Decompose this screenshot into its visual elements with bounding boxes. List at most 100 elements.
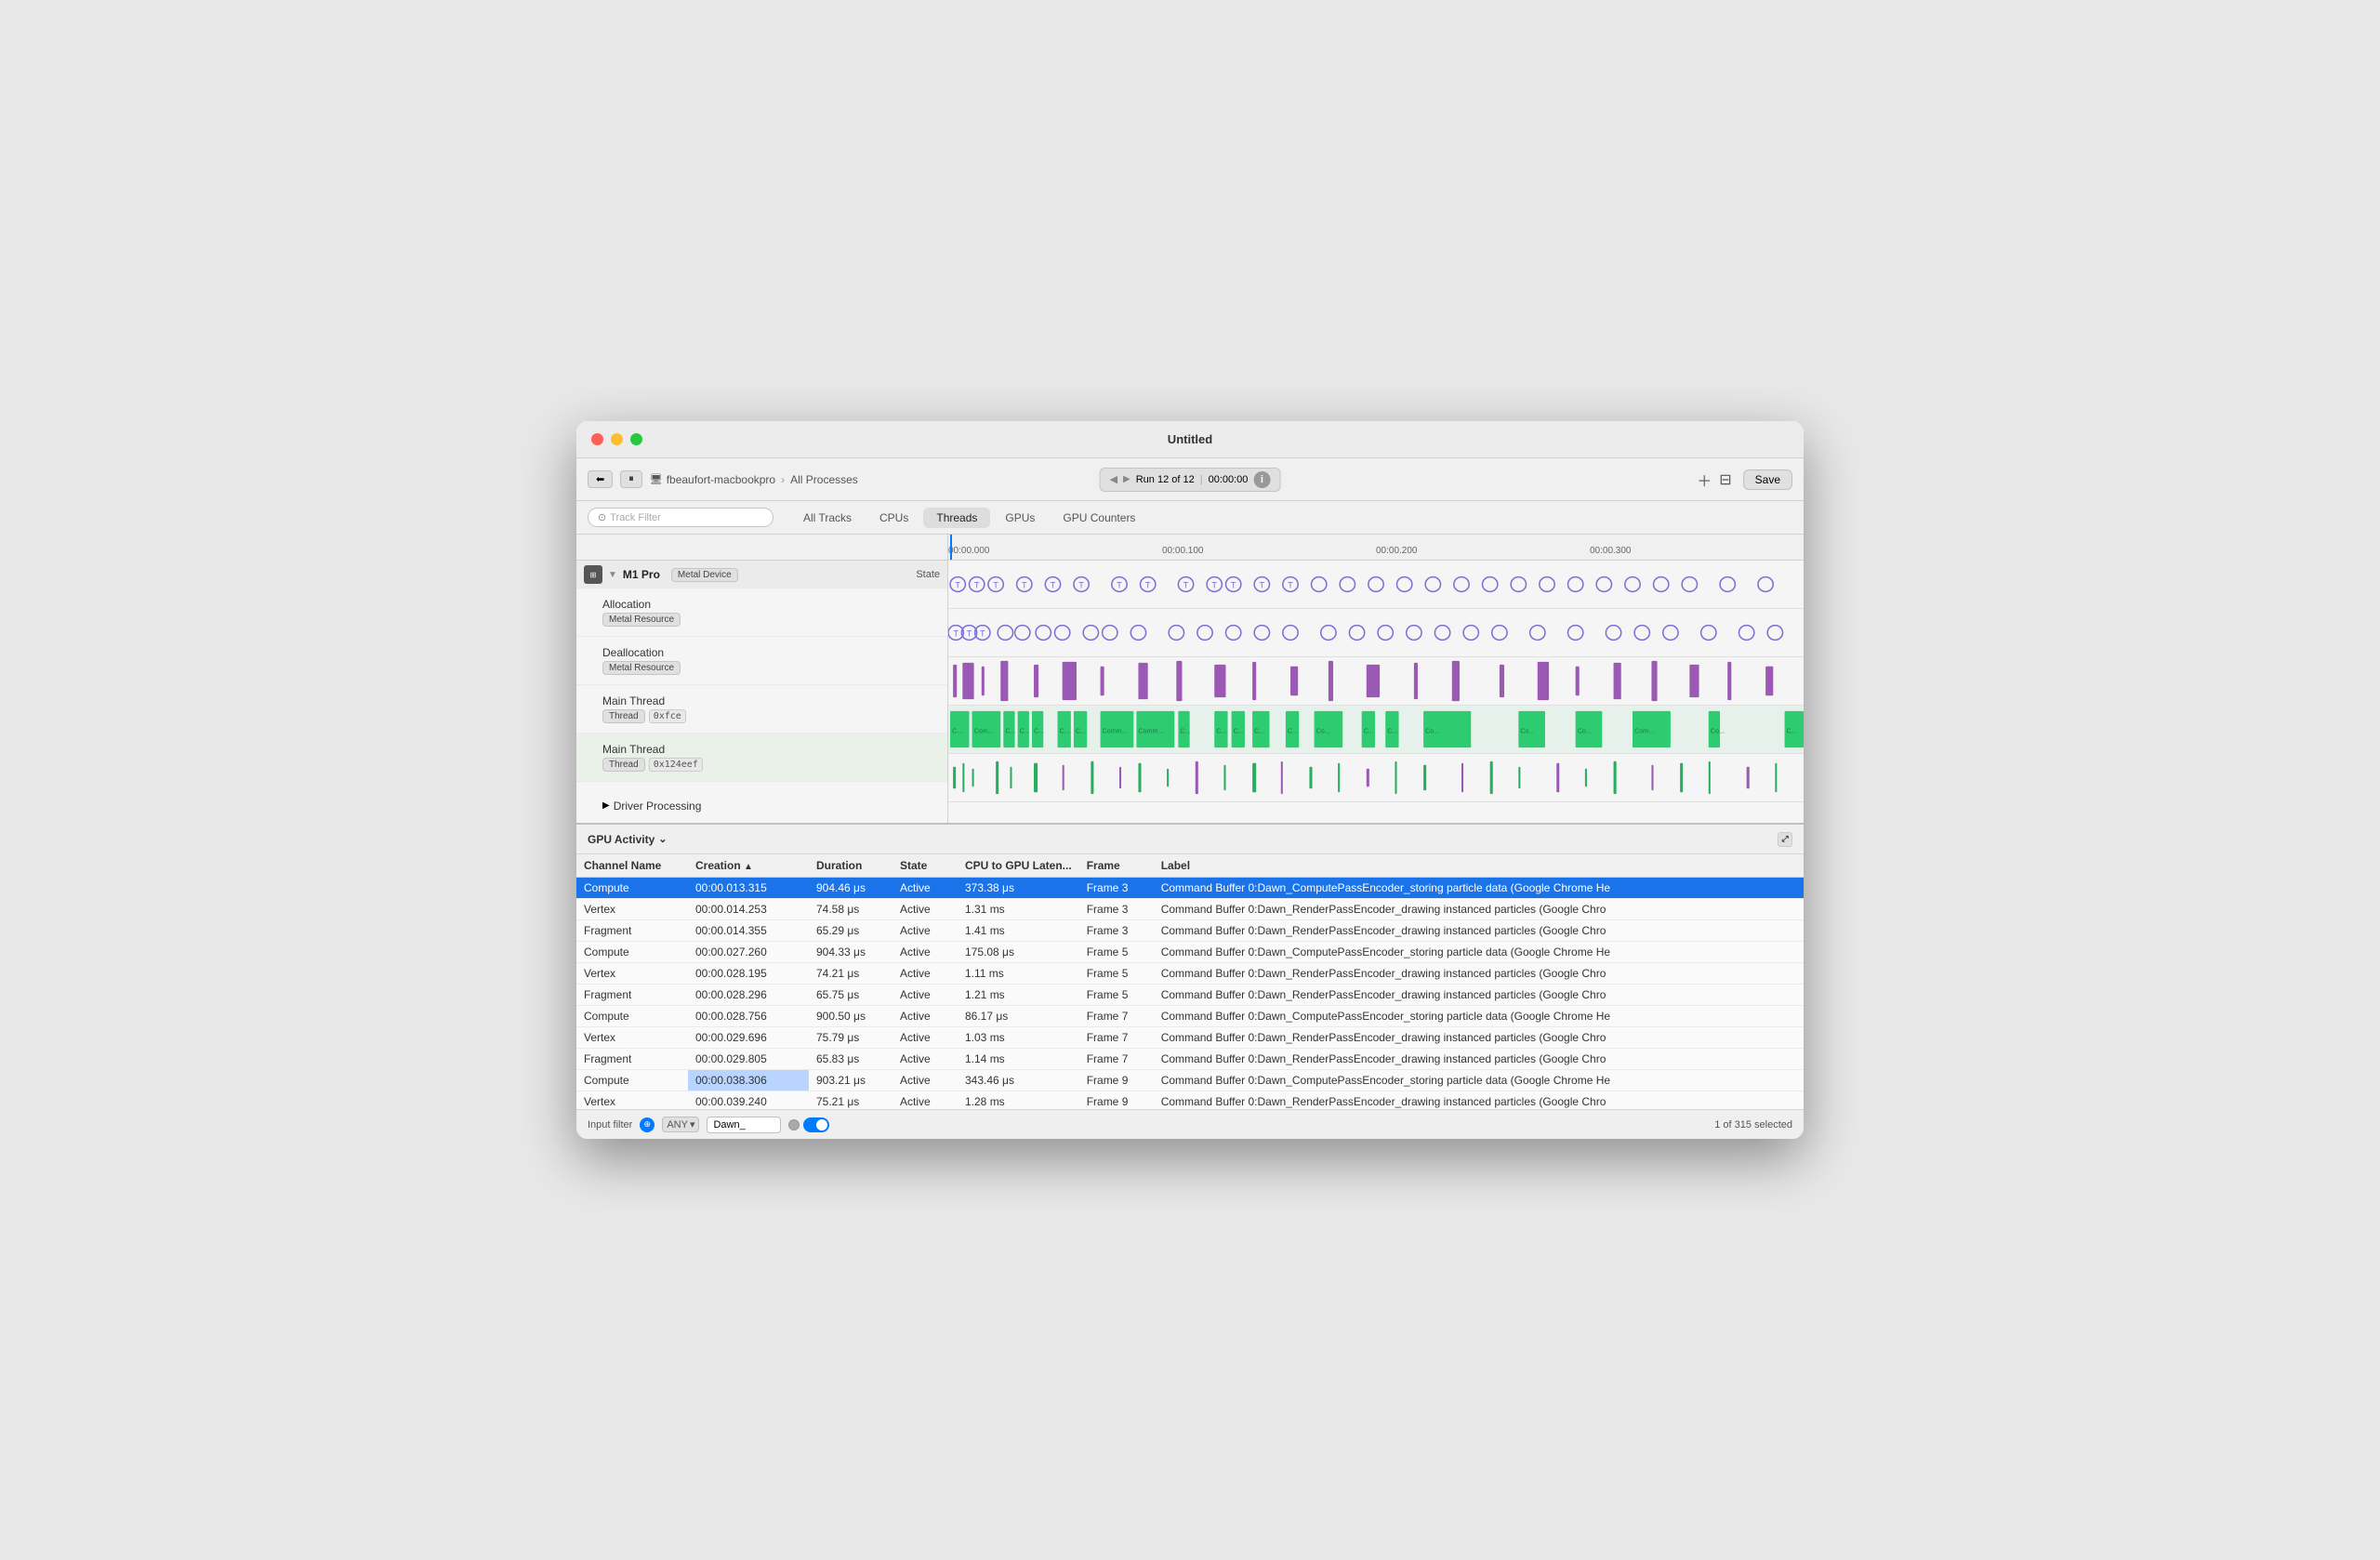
col-creation[interactable]: Creation ▲	[688, 854, 809, 878]
table-cell: 75.79 μs	[809, 1027, 892, 1049]
gpu-table[interactable]: Channel Name Creation ▲ Duration State	[576, 854, 1804, 1109]
table-row[interactable]: Compute00:00.038.306903.21 μsActive343.4…	[576, 1070, 1804, 1091]
gpu-activity-panel: GPU Activity ⌄ ⤢ Channel Name	[576, 823, 1804, 1139]
svg-text:C...: C...	[1787, 729, 1797, 735]
tab-gpu-counters[interactable]: GPU Counters	[1050, 508, 1148, 528]
col-state[interactable]: State	[892, 854, 958, 878]
breadcrumb-sep: ›	[781, 473, 785, 486]
table-cell: 00:00.027.260	[688, 942, 809, 963]
svg-text:C...: C...	[1076, 729, 1086, 735]
pause-button[interactable]: ⏸	[620, 470, 642, 488]
filter-type-select[interactable]: ANY ▾	[662, 1117, 699, 1132]
table-cell: 00:00.029.696	[688, 1027, 809, 1049]
filter-value-input[interactable]	[707, 1117, 781, 1133]
svg-text:C...: C...	[1254, 729, 1264, 735]
table-cell: Frame 7	[1079, 1049, 1154, 1070]
table-cell: Active	[892, 1070, 958, 1091]
table-row[interactable]: Vertex00:00.014.25374.58 μsActive1.31 ms…	[576, 899, 1804, 920]
table-cell: Frame 5	[1079, 985, 1154, 1006]
col-frame[interactable]: Frame	[1079, 854, 1154, 878]
main-thread-1-bars	[948, 657, 1804, 705]
svg-text:T: T	[953, 629, 959, 639]
table-cell: Command Buffer 0:Dawn_RenderPassEncoder_…	[1154, 899, 1804, 920]
table-cell: Frame 3	[1079, 920, 1154, 942]
table-cell: 1.21 ms	[958, 985, 1079, 1006]
device-expand-icon[interactable]: ▼	[608, 570, 617, 580]
sidebar-row-allocation: Allocation Metal Resource	[576, 588, 947, 637]
tab-threads[interactable]: Threads	[923, 508, 990, 528]
table-cell: Command Buffer 0:Dawn_ComputePassEncoder…	[1154, 1070, 1804, 1091]
fullscreen-button[interactable]	[630, 433, 642, 445]
track-filter[interactable]: ⊙ Track Filter	[588, 508, 774, 527]
tab-cpus[interactable]: CPUs	[866, 508, 921, 528]
table-cell: 86.17 μs	[958, 1006, 1079, 1027]
svg-text:C...: C...	[1060, 729, 1070, 735]
table-row[interactable]: Fragment00:00.014.35565.29 μsActive1.41 …	[576, 920, 1804, 942]
state-col-label: State	[916, 569, 940, 580]
tab-gpus[interactable]: GPUs	[992, 508, 1048, 528]
table-row[interactable]: Vertex00:00.039.24075.21 μsActive1.28 ms…	[576, 1091, 1804, 1110]
table-row[interactable]: Fragment00:00.028.29665.75 μsActive1.21 …	[576, 985, 1804, 1006]
table-cell: Command Buffer 0:Dawn_RenderPassEncoder_…	[1154, 1027, 1804, 1049]
device-label: 🖥 fbeaufort-macbookpro	[650, 473, 775, 486]
sort-arrow: ▲	[744, 862, 753, 872]
run-play-icon: ▶	[1123, 474, 1130, 484]
ruler-tick-3: 00:00.300	[1590, 535, 1632, 560]
minimize-button[interactable]	[611, 433, 623, 445]
back-button[interactable]: ⬅	[588, 470, 613, 488]
table-row[interactable]: Compute00:00.013.315904.46 μsActive373.3…	[576, 878, 1804, 899]
col-duration[interactable]: Duration	[809, 854, 892, 878]
table-cell: Frame 3	[1079, 899, 1154, 920]
tab-all-tracks[interactable]: All Tracks	[790, 508, 865, 528]
sidebar-toggle-button[interactable]: ⊟	[1719, 470, 1731, 489]
col-latency[interactable]: CPU to GPU Laten...	[958, 854, 1079, 878]
gpu-activity-title: GPU Activity	[588, 833, 654, 846]
save-button[interactable]: Save	[1743, 469, 1792, 490]
table-cell: 1.03 ms	[958, 1027, 1079, 1049]
col-channel[interactable]: Channel Name	[576, 854, 688, 878]
sidebar-row-driver: ▶ Driver Processing	[576, 782, 947, 823]
table-cell: Frame 7	[1079, 1027, 1154, 1049]
table-row[interactable]: Compute00:00.027.260904.33 μsActive175.0…	[576, 942, 1804, 963]
table-cell: Frame 3	[1079, 878, 1154, 899]
table-cell: 900.50 μs	[809, 1006, 892, 1027]
filter-type-label: ANY	[667, 1119, 688, 1130]
table-cell: Command Buffer 0:Dawn_RenderPassEncoder_…	[1154, 1049, 1804, 1070]
svg-text:T: T	[1288, 581, 1293, 590]
table-cell: 904.46 μs	[809, 878, 892, 899]
table-row[interactable]: Fragment00:00.029.80565.83 μsActive1.14 …	[576, 1049, 1804, 1070]
filter-toggle[interactable]	[803, 1117, 829, 1132]
track-filter-placeholder: Track Filter	[610, 512, 661, 523]
table-cell: 373.38 μs	[958, 878, 1079, 899]
close-button[interactable]	[591, 433, 603, 445]
svg-text:Comm...: Comm...	[1103, 729, 1128, 735]
table-row[interactable]: Vertex00:00.029.69675.79 μsActive1.03 ms…	[576, 1027, 1804, 1049]
svg-text:T: T	[980, 629, 985, 639]
prev-run-icon[interactable]: ◀	[1110, 473, 1117, 485]
table-cell: 00:00.028.756	[688, 1006, 809, 1027]
main-thread-2-type-badge: Thread	[602, 758, 645, 772]
toolbar-right: ＋ ⊟ Save	[1697, 469, 1792, 491]
add-button[interactable]: ＋	[1697, 469, 1712, 491]
sidebar-row-main-thread-2: Main Thread Thread 0x124eef	[576, 734, 947, 782]
panel-resize-button[interactable]: ⤢	[1778, 832, 1792, 847]
main-thread-1-type-badge: Thread	[602, 709, 645, 723]
svg-text:C...: C...	[1288, 729, 1298, 735]
table-cell: Fragment	[576, 985, 688, 1006]
table-cell: 1.41 ms	[958, 920, 1079, 942]
track-lane-deallocation: TTT	[948, 609, 1804, 657]
svg-text:T: T	[1051, 581, 1056, 590]
driver-bars	[948, 754, 1804, 801]
svg-text:T: T	[1022, 581, 1027, 590]
table-row[interactable]: Vertex00:00.028.19574.21 μsActive1.11 ms…	[576, 963, 1804, 985]
device-grid-icon: ⊞	[584, 565, 602, 584]
table-row[interactable]: Compute00:00.028.756900.50 μsActive86.17…	[576, 1006, 1804, 1027]
svg-text:C...: C...	[952, 729, 962, 735]
sidebar-row-deallocation: Deallocation Metal Resource	[576, 637, 947, 685]
col-label[interactable]: Label	[1154, 854, 1804, 878]
driver-expand-icon[interactable]: ▶	[602, 800, 610, 811]
svg-text:Co...: Co...	[1316, 729, 1330, 735]
device-header-row: ⊞ ▼ M1 Pro Metal Device State	[576, 561, 947, 588]
main-thread-1-label: Main Thread	[602, 694, 686, 707]
info-button[interactable]: i	[1253, 471, 1270, 488]
